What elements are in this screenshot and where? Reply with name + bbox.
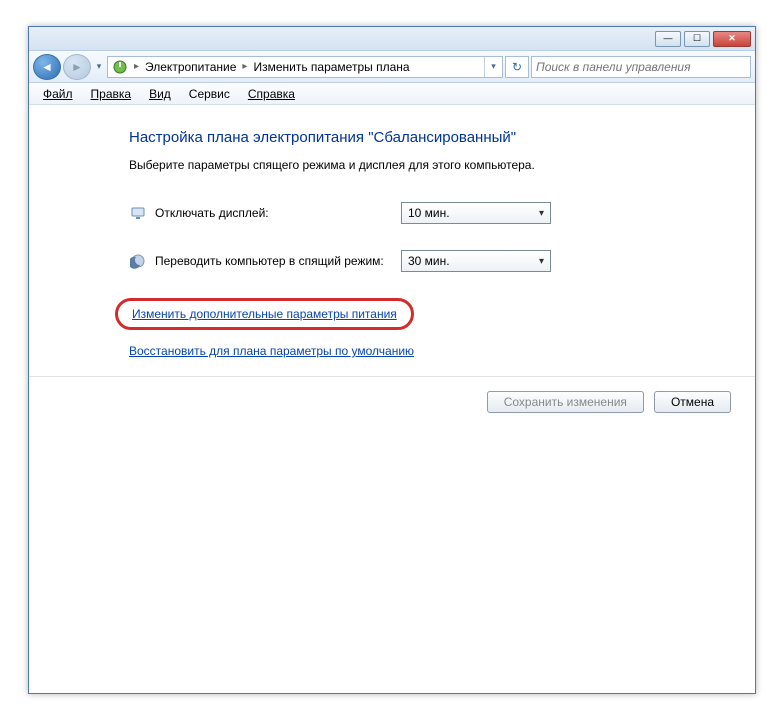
display-off-label: Отключать дисплей: (155, 206, 401, 220)
menu-service[interactable]: Сервис (181, 85, 238, 103)
display-off-dropdown[interactable]: 10 мин. (401, 202, 551, 224)
minimize-button[interactable]: — (655, 31, 681, 47)
chevron-right-icon: ▸ (132, 61, 141, 72)
page-title: Настройка плана электропитания "Сбаланси… (29, 129, 755, 146)
back-button[interactable]: ◄ (33, 54, 61, 80)
highlight-annotation: Изменить дополнительные параметры питани… (115, 298, 414, 330)
maximize-button[interactable]: ☐ (684, 31, 710, 47)
close-button[interactable]: ✕ (713, 31, 751, 47)
navbar: ◄ ► ▾ ▸ Электропитание ▸ Изменить параме… (29, 51, 755, 83)
moon-icon (129, 252, 147, 270)
restore-row: Восстановить для плана параметры по умол… (29, 344, 755, 358)
chevron-right-icon: ▸ (240, 61, 249, 72)
search-input[interactable] (531, 56, 751, 78)
advanced-settings-link[interactable]: Изменить дополнительные параметры питани… (132, 307, 397, 321)
refresh-button[interactable]: ↻ (505, 56, 529, 78)
content-area: Настройка плана электропитания "Сбаланси… (29, 105, 755, 413)
monitor-icon (129, 204, 147, 222)
breadcrumb-root[interactable]: Электропитание (145, 60, 236, 74)
restore-defaults-link[interactable]: Восстановить для плана параметры по умол… (129, 344, 414, 358)
history-dropdown[interactable]: ▾ (93, 57, 105, 77)
menu-view[interactable]: Вид (141, 85, 179, 103)
sleep-label: Переводить компьютер в спящий режим: (155, 254, 401, 268)
sleep-dropdown[interactable]: 30 мин. (401, 250, 551, 272)
menu-edit[interactable]: Правка (83, 85, 140, 103)
menu-file[interactable]: Файл (35, 85, 81, 103)
menu-help[interactable]: Справка (240, 85, 303, 103)
breadcrumb[interactable]: ▸ Электропитание ▸ Изменить параметры пл… (107, 56, 503, 78)
page-subtitle: Выберите параметры спящего режима и дисп… (29, 158, 755, 172)
button-row: Сохранить изменения Отмена (29, 391, 755, 413)
breadcrumb-current[interactable]: Изменить параметры плана (253, 60, 409, 74)
titlebar: — ☐ ✕ (29, 27, 755, 51)
menubar: Файл Правка Вид Сервис Справка (29, 83, 755, 105)
breadcrumb-dropdown[interactable]: ▾ (484, 56, 502, 78)
separator (29, 376, 755, 377)
power-icon (112, 59, 128, 75)
control-panel-window: — ☐ ✕ ◄ ► ▾ ▸ Электропитание ▸ Изменить … (28, 26, 756, 694)
row-display-off: Отключать дисплей: 10 мин. (29, 202, 755, 224)
cancel-button[interactable]: Отмена (654, 391, 731, 413)
forward-button[interactable]: ► (63, 54, 91, 80)
save-button[interactable]: Сохранить изменения (487, 391, 644, 413)
row-sleep: Переводить компьютер в спящий режим: 30 … (29, 250, 755, 272)
sleep-value: 30 мин. (408, 254, 450, 268)
display-off-value: 10 мин. (408, 206, 450, 220)
